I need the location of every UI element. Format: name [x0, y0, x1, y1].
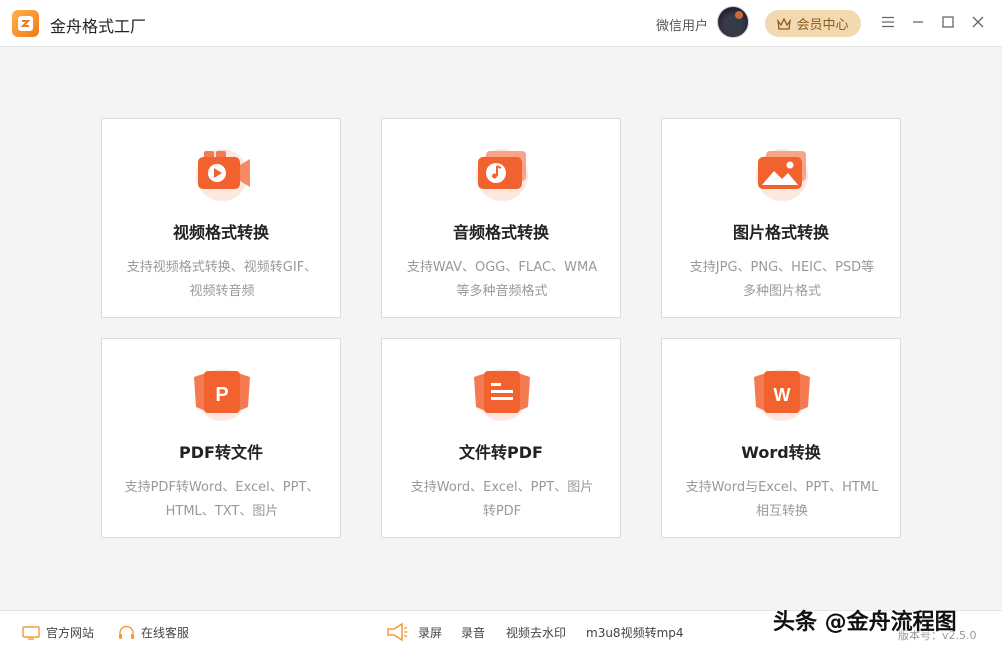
document-icon: [474, 369, 530, 421]
online-support-label: 在线客服: [141, 626, 190, 640]
card-title: 图片格式转换: [732, 223, 829, 242]
card-title: 文件转PDF: [459, 443, 543, 462]
card-description-line: 支持PDF转Word、Excel、PPT、: [124, 480, 320, 495]
close-icon: [972, 16, 984, 28]
card-description: 支持Word、Excel、PPT、图片 转PDF: [392, 476, 612, 524]
minimize-icon: [913, 21, 923, 23]
image-convert-card[interactable]: 图片格式转换 支持JPG、PNG、HEIC、PSD等 多种图片格式: [661, 118, 901, 318]
word-icon-letter: W: [774, 385, 791, 405]
official-website-link[interactable]: 官方网站: [22, 624, 94, 641]
online-support-link[interactable]: 在线客服: [118, 624, 189, 641]
maximize-icon: [942, 16, 954, 28]
card-description-line: 支持视频格式转换、视频转GIF、: [126, 260, 318, 275]
main-area: 视频格式转换 支持视频格式转换、视频转GIF、 视频转音频 音频格式转换 支持W…: [0, 47, 1002, 610]
image-icon: [756, 149, 808, 201]
card-description-line: 转PDF: [482, 504, 522, 519]
maximize-button[interactable]: [938, 12, 958, 32]
headset-icon: [119, 625, 134, 639]
monitor-icon: [22, 625, 40, 640]
video-icon: [196, 149, 250, 201]
app-title: 金舟格式工厂: [50, 17, 147, 36]
minimize-button[interactable]: [908, 12, 928, 32]
user-name[interactable]: 微信用户: [656, 15, 708, 34]
card-description: 支持Word与Excel、PPT、HTML 相互转换: [672, 476, 892, 524]
card-description-line: HTML、TXT、图片: [165, 504, 279, 519]
vip-center-button[interactable]: 会员中心: [765, 10, 861, 37]
app-logo-icon: [12, 10, 39, 37]
word-convert-card[interactable]: W Word转换 支持Word与Excel、PPT、HTML 相互转换: [661, 338, 901, 538]
file-to-pdf-card[interactable]: 文件转PDF 支持Word、Excel、PPT、图片 转PDF: [381, 338, 621, 538]
card-description-line: 支持Word、Excel、PPT、图片: [410, 480, 594, 495]
record-audio-label: 录音: [461, 626, 486, 640]
menu-button[interactable]: [878, 12, 898, 32]
card-title: PDF转文件: [179, 443, 263, 462]
audio-icon: [476, 149, 528, 201]
card-title: Word转换: [741, 443, 821, 462]
pdf-icon: P: [194, 369, 250, 421]
megaphone-icon: [387, 622, 408, 642]
record-screen-label: 录屏: [418, 626, 443, 640]
m3u8-to-mp4-label: m3u8视频转mp4: [586, 626, 684, 640]
audio-convert-card[interactable]: 音频格式转换 支持WAV、OGG、FLAC、WMA 等多种音频格式: [381, 118, 621, 318]
card-description: 支持JPG、PNG、HEIC、PSD等 多种图片格式: [672, 256, 892, 304]
record-audio-link[interactable]: 录音: [461, 624, 485, 641]
card-description-line: 支持WAV、OGG、FLAC、WMA: [406, 260, 598, 275]
card-description-line: 等多种音频格式: [456, 284, 548, 299]
pdf-icon-letter: P: [215, 384, 228, 406]
remove-watermark-label: 视频去水印: [506, 626, 567, 640]
card-description-line: 相互转换: [755, 504, 808, 519]
card-description-line: 支持JPG、PNG、HEIC、PSD等: [689, 260, 875, 275]
crown-icon: [777, 17, 792, 30]
vip-center-label: 会员中心: [796, 18, 849, 33]
watermark-text: 头条 @金舟流程图: [773, 610, 957, 635]
word-icon: W: [754, 369, 810, 421]
card-description: 支持PDF转Word、Excel、PPT、 HTML、TXT、图片: [112, 476, 332, 524]
pdf-to-file-card[interactable]: P PDF转文件 支持PDF转Word、Excel、PPT、 HTML、TXT、…: [101, 338, 341, 538]
card-description: 支持WAV、OGG、FLAC、WMA 等多种音频格式: [392, 256, 612, 304]
title-bar: 金舟格式工厂 微信用户 会员中心: [0, 0, 1002, 47]
menu-icon: [882, 16, 894, 28]
official-website-label: 官方网站: [46, 626, 95, 640]
close-button[interactable]: [968, 12, 988, 32]
card-description-line: 多种图片格式: [742, 284, 821, 299]
record-screen-link[interactable]: 录屏: [418, 624, 442, 641]
remove-watermark-link[interactable]: 视频去水印: [506, 624, 566, 641]
card-title: 视频格式转换: [172, 223, 269, 242]
card-description-line: 支持Word与Excel、PPT、HTML: [685, 480, 879, 495]
card-description: 支持视频格式转换、视频转GIF、 视频转音频: [112, 256, 332, 304]
avatar[interactable]: [717, 6, 749, 38]
video-convert-card[interactable]: 视频格式转换 支持视频格式转换、视频转GIF、 视频转音频: [101, 118, 341, 318]
card-title: 音频格式转换: [452, 223, 549, 242]
card-description-line: 视频转音频: [189, 284, 255, 299]
m3u8-to-mp4-link[interactable]: m3u8视频转mp4: [586, 624, 684, 641]
